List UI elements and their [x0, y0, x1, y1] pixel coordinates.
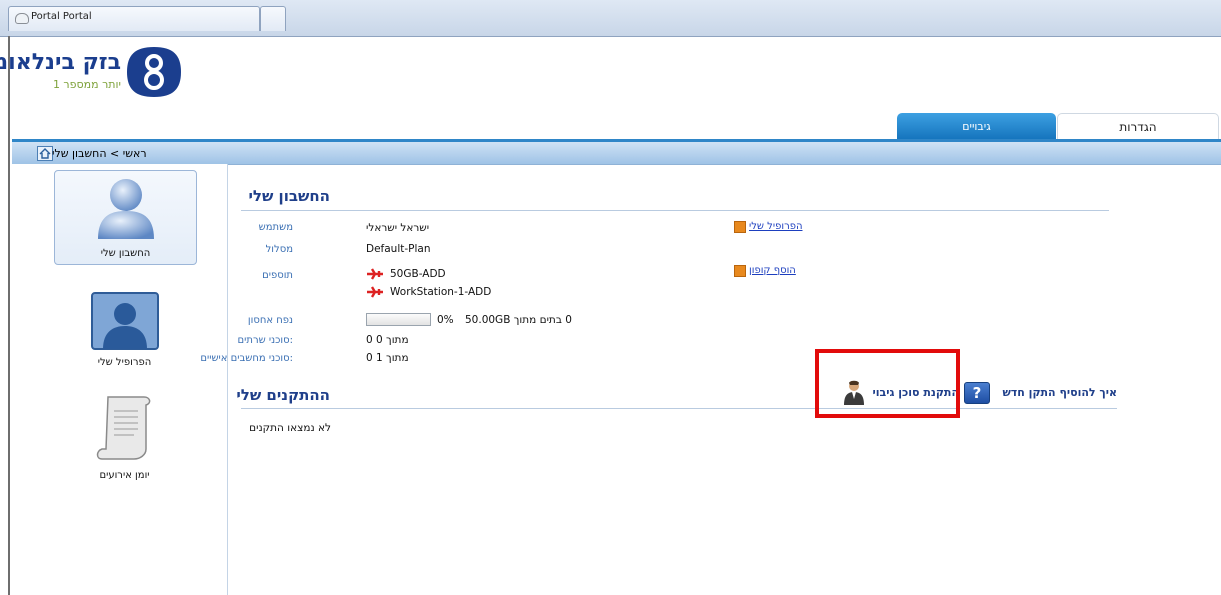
- plane-icon: [367, 286, 383, 298]
- addon-item: 50GB-ADD: [390, 268, 446, 280]
- sidebar-item-label: הפרופיל שלי: [97, 357, 152, 368]
- arrow-icon: [734, 265, 746, 277]
- divider: [241, 210, 1109, 211]
- server-agents-value: מתוך 0 0: [366, 334, 409, 346]
- storage-label: נפח אחסון: [247, 315, 293, 326]
- sidebar-item-my-account[interactable]: החשבון שלי: [54, 170, 197, 265]
- plane-icon: [367, 268, 383, 280]
- profile-icon: [90, 292, 159, 350]
- sidebar-item-label: החשבון שלי: [100, 248, 151, 259]
- tab-settings[interactable]: הגדרות: [1057, 113, 1219, 141]
- brand-name: בזק בינלאומי: [0, 50, 121, 75]
- plan-value: Default-Plan: [366, 243, 431, 255]
- user-label: משתמש: [258, 222, 293, 233]
- logo-mark-icon: [127, 47, 181, 97]
- sidebar-item-label: יומן אירועים: [99, 470, 150, 481]
- server-agents-label: :סוכני שרתים: [237, 335, 293, 346]
- browser-tab-bar: Portal Portal: [0, 0, 1221, 37]
- devices-title: ההתקנים שלי: [236, 386, 330, 404]
- pc-agents-label: :סוכני מחשבים אישיים: [200, 353, 293, 364]
- sidebar-item-my-profile[interactable]: הפרופיל שלי: [54, 292, 195, 372]
- divider: [241, 408, 1117, 409]
- user-value: ישראל ישראלי: [366, 222, 430, 234]
- storage-text: 0 בתים מתוך 50.00GB: [465, 314, 572, 326]
- storage-percent: 0%: [437, 314, 454, 326]
- plan-label: מסלול: [265, 244, 293, 255]
- user-avatar-icon: [97, 179, 154, 239]
- new-tab-button[interactable]: [260, 6, 286, 31]
- brand-slogan: יותר ממספר 1: [52, 78, 121, 91]
- scroll-icon: [96, 396, 150, 460]
- add-coupon-link[interactable]: הוסף קופון: [749, 265, 796, 276]
- no-devices-text: לא נמצאו התקנים: [249, 422, 331, 434]
- arrow-icon: [734, 221, 746, 233]
- addon-item: WorkStation-1-ADD: [390, 286, 492, 298]
- breadcrumb[interactable]: ראשי > החשבון שלי: [52, 147, 147, 160]
- pc-agents-value: מתוך 1 0: [366, 352, 409, 364]
- browser-tab[interactable]: Portal Portal: [8, 6, 260, 31]
- browser-tab-title: Portal Portal: [31, 11, 92, 22]
- tab-backups[interactable]: גיבויים: [897, 113, 1056, 140]
- my-profile-link[interactable]: הפרופיל שלי: [749, 221, 803, 232]
- sidebar-item-event-log[interactable]: יומן אירועים: [54, 393, 195, 483]
- addons-label: תוספים: [262, 270, 293, 281]
- cloud-icon: [15, 13, 29, 24]
- storage-progress-bar: [366, 313, 431, 326]
- help-icon[interactable]: ?: [964, 382, 990, 404]
- home-icon[interactable]: [37, 146, 53, 161]
- highlight-box: [815, 349, 960, 418]
- brand-logo[interactable]: בזק בינלאומי יותר ממספר 1: [0, 45, 183, 100]
- account-title: החשבון שלי: [248, 187, 330, 205]
- breadcrumb-bar: [12, 142, 1221, 165]
- how-to-add-device-link[interactable]: איך להוסיף התקן חדש: [1002, 386, 1117, 399]
